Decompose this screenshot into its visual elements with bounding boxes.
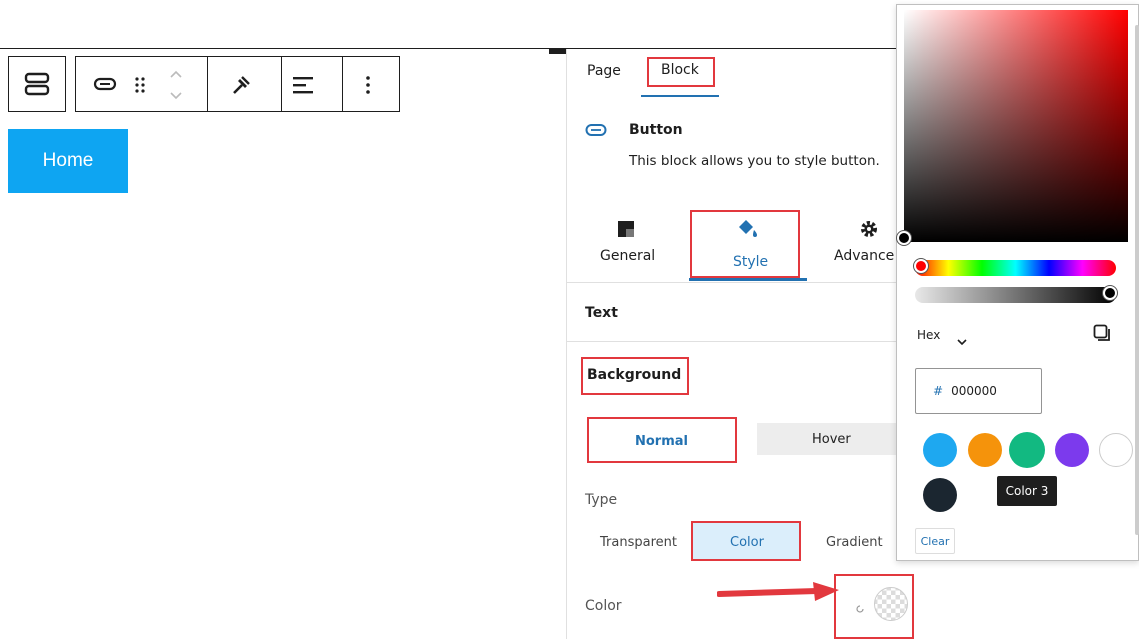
move-arrows-icon[interactable]	[168, 67, 184, 107]
color-swatch-button[interactable]	[874, 587, 908, 621]
color-picker-popover: Hex # 000000 Color 3 Clear	[896, 4, 1139, 561]
saturation-handle[interactable]	[897, 231, 911, 245]
tab-advance[interactable]: Advance	[834, 248, 894, 264]
color-swatch-2[interactable]	[968, 433, 1002, 467]
copy-icon[interactable]	[1093, 324, 1111, 346]
tab-active-indicator	[641, 95, 719, 97]
hex-value: 000000	[951, 384, 997, 398]
section-text-title[interactable]: Text	[585, 305, 618, 321]
hex-input[interactable]: # 000000	[915, 368, 1042, 414]
block-description: This block allows you to style button.	[629, 153, 880, 169]
general-tab-icon	[617, 220, 635, 242]
color-swatch-5[interactable]	[1099, 433, 1133, 467]
format-select-label[interactable]: Hex	[917, 328, 940, 342]
hex-prefix: #	[933, 384, 944, 398]
annotation-arrow	[716, 580, 841, 606]
block-toolbar	[75, 56, 400, 112]
tab-block[interactable]: Block	[661, 62, 699, 78]
block-type-icon[interactable]	[24, 71, 50, 101]
drag-handle-icon[interactable]	[134, 75, 146, 99]
type-label: Type	[585, 492, 618, 508]
color-label: Color	[585, 598, 622, 614]
clear-button[interactable]: Clear	[915, 528, 955, 554]
hue-slider[interactable]	[915, 260, 1116, 276]
color-swatch-6[interactable]	[923, 478, 957, 512]
link-icon[interactable]	[230, 74, 252, 100]
tab-page[interactable]: Page	[587, 63, 621, 79]
tab-hover[interactable]: Hover	[812, 432, 851, 447]
button-block-icon	[585, 122, 607, 141]
color-swatch-1[interactable]	[923, 433, 957, 467]
block-name: Button	[629, 122, 683, 138]
color-swatch-4[interactable]	[1055, 433, 1089, 467]
type-color-label: Color	[730, 535, 764, 550]
type-gradient[interactable]: Gradient	[826, 535, 883, 550]
hue-handle[interactable]	[914, 259, 928, 273]
tab-general[interactable]: General	[600, 248, 655, 264]
button-icon[interactable]	[93, 75, 117, 97]
type-transparent[interactable]: Transparent	[600, 535, 677, 550]
tab-normal-label: Normal	[635, 434, 688, 449]
paint-bucket-icon	[736, 217, 758, 243]
tab-style[interactable]: Style	[733, 254, 768, 270]
reset-icon[interactable]	[855, 599, 865, 618]
settings-sidebar: Page Block Button This block allows you …	[566, 49, 927, 639]
style-tab-indicator	[689, 278, 807, 281]
popover-scrollbar[interactable]	[1135, 25, 1139, 535]
align-icon[interactable]	[292, 74, 314, 100]
alpha-slider[interactable]	[915, 287, 1116, 303]
alpha-handle[interactable]	[1103, 286, 1117, 300]
more-options-icon[interactable]	[365, 74, 371, 100]
swatch-tooltip: Color 3	[997, 476, 1057, 506]
chevron-down-icon[interactable]	[957, 331, 967, 350]
section-background-title[interactable]: Background	[587, 367, 681, 383]
block-type-group	[8, 56, 66, 112]
saturation-area[interactable]	[904, 10, 1128, 242]
color-swatch-3[interactable]	[1009, 432, 1045, 468]
gear-icon	[860, 220, 878, 242]
home-button-block[interactable]: Home	[8, 129, 128, 193]
